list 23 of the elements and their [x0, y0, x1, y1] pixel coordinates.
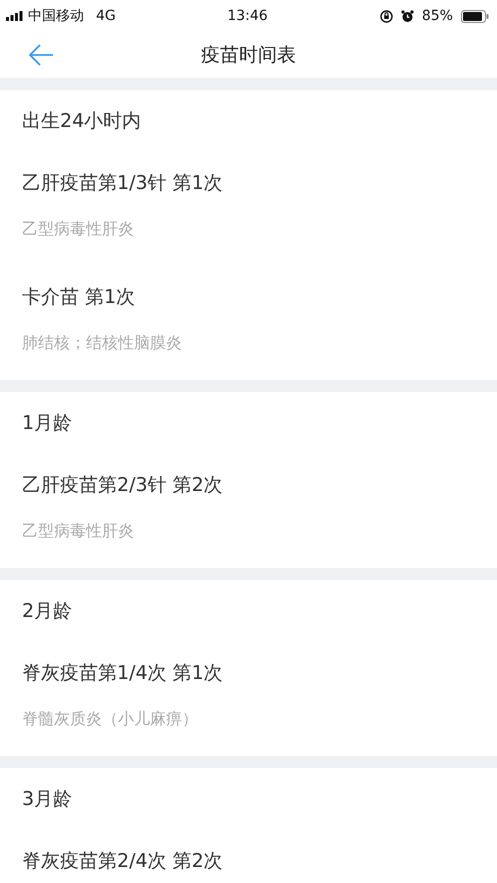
vaccine-name: 乙肝疫苗第2/3针 第2次	[22, 472, 223, 498]
signal-icon	[6, 11, 24, 21]
battery-icon	[460, 10, 489, 22]
back-button[interactable]	[28, 42, 54, 67]
vaccine-name: 乙肝疫苗第1/3针 第1次	[22, 170, 223, 196]
disease-text: 乙型病毒性肝炎	[22, 218, 134, 240]
status-time: 13:46	[227, 6, 268, 26]
page-title: 疫苗时间表	[201, 44, 296, 66]
carrier-name: 中国移动	[28, 6, 84, 26]
age-heading: 出生24小时内	[22, 108, 142, 134]
vaccine-name: 卡介苗 第1次	[22, 284, 136, 310]
disease-text: 乙型病毒性肝炎	[22, 520, 134, 542]
vaccine-name: 脊灰疫苗第1/4次 第1次	[22, 660, 223, 686]
age-heading: 2月龄	[22, 598, 72, 624]
age-heading: 3月龄	[22, 786, 72, 812]
rotation-lock-icon	[380, 10, 393, 22]
network-type: 4G	[96, 6, 116, 26]
disease-text: 脊髓灰质炎（小儿麻痹）	[22, 708, 198, 730]
vaccine-name: 脊灰疫苗第2/4次 第2次	[22, 848, 223, 874]
alarm-icon	[400, 10, 414, 22]
battery-percent: 85%	[422, 6, 453, 26]
age-heading: 1月龄	[22, 410, 72, 436]
disease-text: 肺结核；结核性脑膜炎	[22, 332, 182, 354]
